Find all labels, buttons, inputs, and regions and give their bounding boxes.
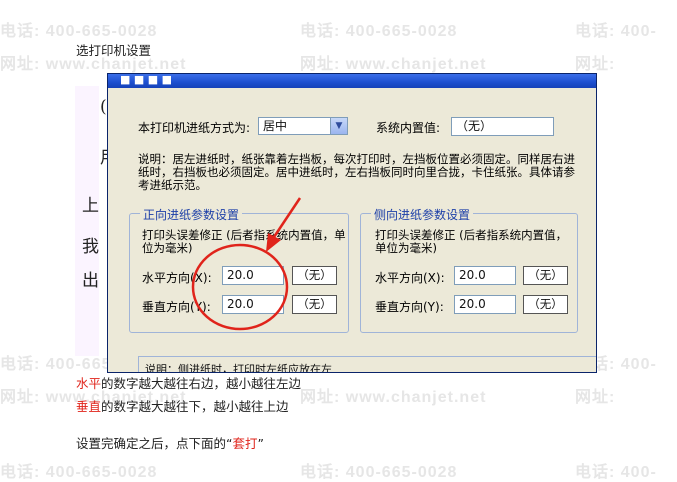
watermark-website: 网址: <box>575 389 616 406</box>
watermark-website: 网址: <box>575 56 616 73</box>
final-prefix: 设置完确定之后，点下面的“ <box>76 436 233 451</box>
system-default-value: （无） <box>451 117 554 136</box>
doc-heading: 选打印机设置 <box>76 43 152 58</box>
system-default-label: 系统内置值: <box>376 121 441 135</box>
watermark-phone: 电话: 400- <box>575 23 657 40</box>
side-horizontal-label: 水平方向(X): <box>375 271 445 285</box>
watermark-phone: 电话: 400-665-0028 <box>300 464 458 481</box>
watermark-website: 网址: www.chanjet.net <box>300 389 487 406</box>
feed-mode-value: 居中 <box>263 119 288 133</box>
feed-mode-note: 说明：居左进纸时，纸张靠着左挡板，每次打印时，左挡板位置必须固定。同样居右进纸时… <box>138 152 575 192</box>
front-feed-group-title: 正向进纸参数设置 <box>140 206 243 223</box>
vertical-keyword: 垂直 <box>76 399 102 414</box>
background-document <box>75 86 99 356</box>
side-vertical-label: 垂直方向(Y): <box>375 300 444 314</box>
watermark-phone: 电话: 400-665-0028 <box>0 464 158 481</box>
side-horizontal-input[interactable]: 20.0 <box>454 266 516 285</box>
side-feed-group-title: 侧向进纸参数设置 <box>371 206 474 223</box>
chevron-down-icon[interactable]: ▼ <box>330 118 347 134</box>
side-vertical-input[interactable]: 20.0 <box>454 295 516 314</box>
side-vertical-system-value: （无） <box>523 295 568 314</box>
background-fragment: 上 <box>82 196 99 216</box>
side-horizontal-system-value: （无） <box>523 266 568 285</box>
front-feed-description: 打印头误差修正 (后者指系统内置值，单位为毫米) <box>142 228 346 255</box>
dialog-titlebar[interactable]: ■ ■ ■ ■ <box>108 74 596 88</box>
feed-mode-label: 本打印机进纸方式为: <box>138 121 251 135</box>
front-horizontal-label: 水平方向(X): <box>142 271 212 285</box>
dialog-title-fragment: ■ ■ ■ ■ <box>120 73 173 86</box>
watermark-phone: 电话: 400-665-0028 <box>300 23 458 40</box>
front-horizontal-input[interactable]: 20.0 <box>222 266 284 285</box>
side-feed-description: 打印头误差修正 (后者指系统内置值，单位为毫米) <box>375 228 568 255</box>
background-fragment: 我 <box>82 237 99 257</box>
horizontal-keyword: 水平 <box>76 376 102 391</box>
vertical-rest: 的数字越大越往下，越小越往上边 <box>101 399 289 414</box>
doc-line-horizontal: 水平的数字越大越往右边，越小越往左边 <box>76 373 301 392</box>
printer-settings-dialog: ■ ■ ■ ■ 本打印机进纸方式为: 居中 ▼ 系统内置值: （无） 说明：居左… <box>107 73 597 373</box>
background-fragment: 出 <box>82 271 99 291</box>
background-fragment: ( <box>100 97 107 117</box>
front-horizontal-system-value: （无） <box>292 266 337 285</box>
doc-line-final: 设置完确定之后，点下面的“套打” <box>76 433 264 452</box>
front-feed-group: 正向进纸参数设置 打印头误差修正 (后者指系统内置值，单位为毫米) 水平方向(X… <box>129 206 349 333</box>
doc-line-vertical: 垂直的数字越大越往下，越小越往上边 <box>76 396 289 415</box>
front-vertical-input[interactable]: 20.0 <box>222 295 284 314</box>
final-suffix: ” <box>257 436 264 451</box>
side-feed-note: 说明：侧进纸时，打印时左纸应放在左 <box>138 356 596 372</box>
watermark-phone: 电话: 400-665-0028 <box>0 23 158 40</box>
front-vertical-label: 垂直方向(Y): <box>142 300 211 314</box>
watermark-website: 网址: www.chanjet.net <box>300 56 487 73</box>
watermark-phone: 电话: 400- <box>575 464 657 481</box>
horizontal-rest: 的数字越大越往右边，越小越往左边 <box>101 376 302 391</box>
side-feed-group: 侧向进纸参数设置 打印头误差修正 (后者指系统内置值，单位为毫米) 水平方向(X… <box>360 206 578 333</box>
feed-mode-select[interactable]: 居中 ▼ <box>258 117 348 135</box>
final-keyword: 套打 <box>232 436 258 451</box>
front-vertical-system-value: （无） <box>292 295 337 314</box>
